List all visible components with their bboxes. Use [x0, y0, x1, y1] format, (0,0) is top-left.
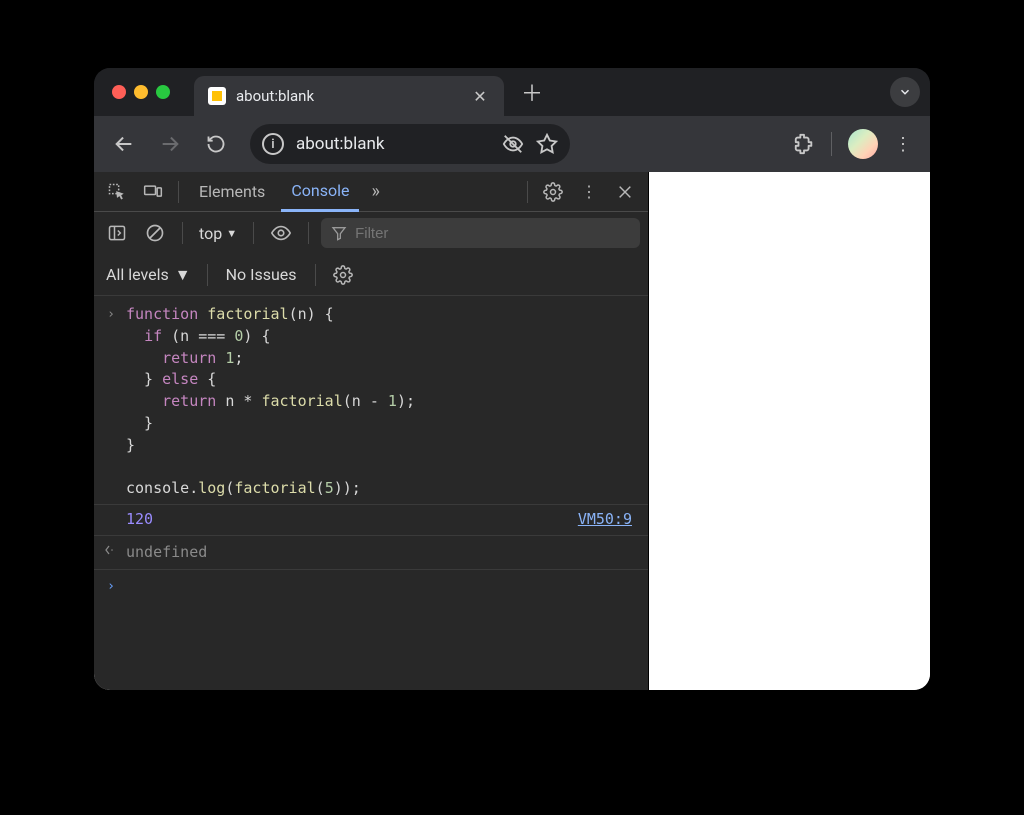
- reload-button[interactable]: [198, 126, 234, 162]
- back-button[interactable]: [106, 126, 142, 162]
- devtools-tabbar: Elements Console » ⋮: [94, 172, 648, 212]
- console-filter-input[interactable]: [355, 225, 630, 242]
- window-minimize-button[interactable]: [134, 85, 148, 99]
- toolbar-divider: [831, 132, 832, 156]
- toolbar: i about:blank ⋮: [94, 116, 930, 172]
- console-return-value: undefined: [126, 542, 638, 564]
- divider: [178, 181, 179, 203]
- devtools-settings-icon[interactable]: [538, 177, 568, 207]
- log-levels-label: All levels: [106, 265, 169, 284]
- filter-icon: [331, 225, 347, 241]
- console-log-entry: 120 VM50:9: [94, 504, 648, 536]
- prompt-caret-icon: ›: [104, 576, 118, 597]
- address-bar[interactable]: i about:blank: [250, 124, 570, 164]
- window-controls: [112, 85, 170, 99]
- window-close-button[interactable]: [112, 85, 126, 99]
- console-toolbar: top ▼: [94, 212, 648, 254]
- devtools-tab-elements[interactable]: Elements: [189, 172, 275, 212]
- profile-avatar[interactable]: [848, 129, 878, 159]
- input-caret-icon: ›: [104, 304, 118, 500]
- console-filter[interactable]: [321, 218, 640, 248]
- device-toolbar-icon[interactable]: [138, 177, 168, 207]
- browser-menu-button[interactable]: ⋮: [888, 134, 918, 155]
- browser-window: about:blank ✕ ＋ i about:blank: [94, 68, 930, 690]
- divider: [253, 222, 254, 244]
- extensions-icon[interactable]: [793, 133, 815, 155]
- tab-close-button[interactable]: ✕: [470, 87, 490, 106]
- console-log-value: 120: [126, 509, 578, 531]
- browser-tab[interactable]: about:blank ✕: [194, 76, 504, 116]
- bookmark-star-icon[interactable]: [536, 133, 558, 155]
- console-code: function factorial(n) { if (n === 0) { r…: [126, 304, 638, 500]
- console-output[interactable]: › function factorial(n) { if (n === 0) {…: [94, 296, 648, 690]
- url-text: about:blank: [296, 134, 490, 154]
- devtools-tab-console[interactable]: Console: [281, 172, 359, 212]
- tab-favicon: [208, 87, 226, 105]
- console-prompt[interactable]: ›: [94, 570, 648, 603]
- devtools-kebab-icon[interactable]: ⋮: [574, 177, 604, 207]
- devtools-more-tabs-icon[interactable]: »: [365, 181, 385, 202]
- devtools-close-icon[interactable]: [610, 177, 640, 207]
- forward-button[interactable]: [152, 126, 188, 162]
- divider: [308, 222, 309, 244]
- devtools-panel: Elements Console » ⋮: [94, 172, 649, 690]
- tracking-icon[interactable]: [502, 133, 524, 155]
- site-info-icon[interactable]: i: [262, 133, 284, 155]
- clear-console-icon[interactable]: [140, 218, 170, 248]
- tab-title: about:blank: [236, 87, 460, 105]
- chevron-down-icon: ▼: [175, 265, 191, 285]
- return-caret-icon: [104, 542, 118, 564]
- console-context-label: top: [199, 224, 222, 243]
- chevron-down-icon: ▼: [226, 227, 237, 240]
- tabs-dropdown-button[interactable]: [890, 77, 920, 107]
- live-expression-icon[interactable]: [266, 218, 296, 248]
- console-input-entry: › function factorial(n) { if (n === 0) {…: [94, 300, 648, 504]
- content-area: Elements Console » ⋮: [94, 172, 930, 690]
- titlebar: about:blank ✕ ＋: [94, 68, 930, 116]
- divider: [207, 264, 208, 286]
- console-prompt-input[interactable]: [126, 576, 638, 597]
- window-maximize-button[interactable]: [156, 85, 170, 99]
- console-return-entry: undefined: [94, 536, 648, 571]
- console-context-selector[interactable]: top ▼: [195, 224, 241, 243]
- console-log-source-link[interactable]: VM50:9: [578, 509, 632, 531]
- console-settings-icon[interactable]: [328, 260, 358, 290]
- new-tab-button[interactable]: ＋: [518, 76, 546, 108]
- console-sidebar-toggle-icon[interactable]: [102, 218, 132, 248]
- log-levels-selector[interactable]: All levels ▼: [102, 265, 195, 285]
- divider: [527, 181, 528, 203]
- inspect-element-icon[interactable]: [102, 177, 132, 207]
- divider: [315, 264, 316, 286]
- issues-label[interactable]: No Issues: [220, 265, 303, 284]
- console-toolbar-2: All levels ▼ No Issues: [94, 254, 648, 296]
- divider: [182, 222, 183, 244]
- page-viewport[interactable]: [649, 172, 930, 690]
